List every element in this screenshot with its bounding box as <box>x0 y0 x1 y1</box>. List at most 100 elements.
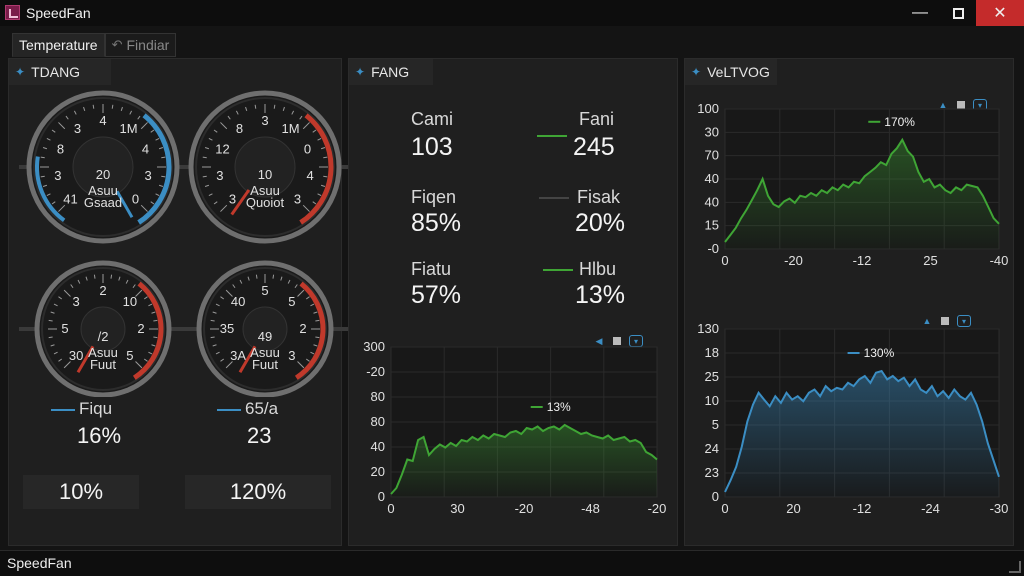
gauge-scale-label: 2 <box>299 321 306 336</box>
gauge-sub-label-2: Quoiot <box>246 195 285 210</box>
volt-bottom-chart-svg: 130 18 25 10 5 24 23 00 20 -12 -24 -30 130% <box>697 321 1008 516</box>
close-button[interactable]: ✕ <box>976 0 1024 26</box>
temperature-gauge-3: 30 5 3 2 10 2 5/2 Asuu Fuut <box>15 257 191 397</box>
chart-square-icon[interactable] <box>613 337 621 345</box>
voltage-panel-header: ✦ VeLTVOG <box>685 59 777 85</box>
speedfan-app-icon <box>5 5 20 20</box>
fan-readout-6-label: Hlbu <box>579 259 617 279</box>
chart-settings-icon[interactable]: ▾ <box>957 315 971 327</box>
fan-chart-toolbar: ◀ ▾ <box>593 335 643 347</box>
fan-chart-svg: 300 -20 80 80 40 20 00 30 -20 -48 -20 13% <box>363 339 666 516</box>
stat-2-label: 65/a <box>245 399 279 418</box>
chart-y-tick-label: 25 <box>705 369 719 384</box>
gauge-tick <box>161 175 166 178</box>
volt-bottom-chart: 130 18 25 10 5 24 23 0 0 20 -12 -24 -30 130% <box>697 321 1008 519</box>
chart-arrow-icon[interactable]: ◀ <box>593 335 605 347</box>
gauge-3-svg: 305321025/2AsuuFuut <box>19 260 187 397</box>
chart-x-tick-label: -40 <box>990 253 1009 268</box>
gauge-tick <box>254 104 257 109</box>
pin-icon: ✦ <box>355 65 366 79</box>
fan-readout-3-value: 85% <box>411 209 462 237</box>
chart-y-tick-label: 10 <box>705 393 719 408</box>
gauge-scale-label: 3A <box>230 348 246 363</box>
volt-top-chart: 100 30 70 40 40 15 -0 0 -20 -12 25 -40 170% <box>697 101 1008 271</box>
gauge-scale-label: 1M <box>120 121 138 136</box>
chart-x-tick-label: -12 <box>853 253 872 268</box>
chart-y-tick-label: 24 <box>705 441 719 456</box>
gauge-tick <box>202 156 207 159</box>
gauge-scale-label: 3 <box>73 294 80 309</box>
gauge-scale-label: 5 <box>61 321 68 336</box>
gauge-scale-label: 40 <box>231 294 245 309</box>
gauge-tick <box>111 104 114 109</box>
undo-icon: ↶ <box>111 37 123 52</box>
temperature-gauge-1: 41 3 8 3 4 1M 4 3 0 20 Asuu Gsaad <box>15 89 191 249</box>
gauge-scale-label: 2 <box>137 321 144 336</box>
chart-y-tick-label: 80 <box>371 414 385 429</box>
gauge-tick <box>92 104 95 109</box>
fan-panel: ✦ FANG Cami 103 Fani 245 Fiqen 85% Fisak… <box>348 58 678 546</box>
gauge-scale-label: 35 <box>220 321 234 336</box>
fan-readout-5-label: Fiatu <box>411 259 452 279</box>
chart-y-tick-label: 5 <box>712 417 719 432</box>
gauge-tick <box>273 104 276 109</box>
chart-y-tick-label: 40 <box>705 171 719 186</box>
tab-strip: Temperature ↶ Findiar <box>12 33 177 57</box>
chart-x-tick-label: -24 <box>921 501 940 516</box>
gauge-scale-label: 3 <box>74 121 81 136</box>
chart-arrow-icon[interactable]: ▲ <box>921 315 933 327</box>
gauge-tick <box>202 175 207 178</box>
chart-square-icon[interactable] <box>941 317 949 325</box>
chart-y-tick-label: 15 <box>705 218 719 233</box>
chart-x-tick-label: 25 <box>923 253 937 268</box>
chart-x-tick-label: 0 <box>721 501 728 516</box>
fan-readout-4-label: Fisak <box>577 187 621 207</box>
voltage-panel-title: VeLTVOG <box>707 64 770 80</box>
temperature-panel: ✦ TDANG 41 3 8 3 4 1M 4 3 0 20 Asuu Gsaad 3 3 12 8 3 1M 0… <box>8 58 349 546</box>
tab-findiar[interactable]: ↶ Findiar <box>104 33 177 57</box>
pin-icon: ✦ <box>691 65 702 79</box>
stat-1-marker <box>51 409 75 411</box>
resize-grip[interactable] <box>1009 561 1021 573</box>
tab-findiar-label: Findiar <box>126 37 170 53</box>
fan-readout-4-value: 20% <box>575 209 626 237</box>
stat-2-value: 23 <box>247 423 272 448</box>
gauge-tick <box>272 274 275 279</box>
chart-y-tick-label: 300 <box>363 339 385 354</box>
gauge-scale-label: 3 <box>144 168 151 183</box>
chart-square-icon[interactable] <box>957 101 965 109</box>
chart-x-tick-label: -30 <box>990 501 1009 516</box>
tab-temperature[interactable]: Temperature <box>12 33 105 57</box>
chart-x-tick-label: -20 <box>515 501 534 516</box>
fan-chart: 300 -20 80 80 40 20 0 0 30 -20 -48 -20 13% <box>363 339 666 519</box>
gauge-scale-label: 0 <box>132 192 139 207</box>
chart-x-tick-label: -20 <box>784 253 803 268</box>
fan-readout-4-marker <box>539 197 569 199</box>
maximize-button[interactable] <box>936 0 980 26</box>
gauge-tick <box>315 319 320 322</box>
gauge-2-svg: 3312831M04310AsuuQuoiot <box>181 90 349 244</box>
chart-x-tick-label: 0 <box>721 253 728 268</box>
stat-1-value: 16% <box>77 423 122 448</box>
temperature-gauge-2: 3 3 12 8 3 1M 0 4 3 10 Asuu Quoiot <box>177 89 353 249</box>
gauge-scale-label: 8 <box>236 121 243 136</box>
status-text: SpeedFan <box>7 555 72 571</box>
title-bar: SpeedFan — ✕ <box>0 0 1024 26</box>
voltage-panel: ✦ VeLTVOG ▲ ▾ 100 30 70 40 40 15 -0 0 -20 -12 25 -4… <box>684 58 1014 546</box>
gauge-sub-label-2: Fuut <box>252 357 278 372</box>
gauge-tick <box>40 156 45 159</box>
gauge-scale-label: 5 <box>261 283 268 298</box>
gauge-value: 10 <box>258 167 272 182</box>
gauge-tick <box>110 274 113 279</box>
gauge-scale-label: 10 <box>123 294 137 309</box>
stat-1-label: Fiqu <box>79 399 113 418</box>
temperature-panel-header: ✦ TDANG <box>9 59 111 85</box>
fan-panel-header: ✦ FANG <box>349 59 433 85</box>
chart-y-tick-label: 70 <box>705 148 719 163</box>
fan-readout-3-label: Fiqen <box>411 187 457 207</box>
chart-x-tick-label: -48 <box>581 501 600 516</box>
chart-x-tick-label: 20 <box>786 501 800 516</box>
chart-y-tick-label: 30 <box>705 124 719 139</box>
chart-settings-icon[interactable]: ▾ <box>629 335 643 347</box>
stat-2-marker <box>217 409 241 411</box>
